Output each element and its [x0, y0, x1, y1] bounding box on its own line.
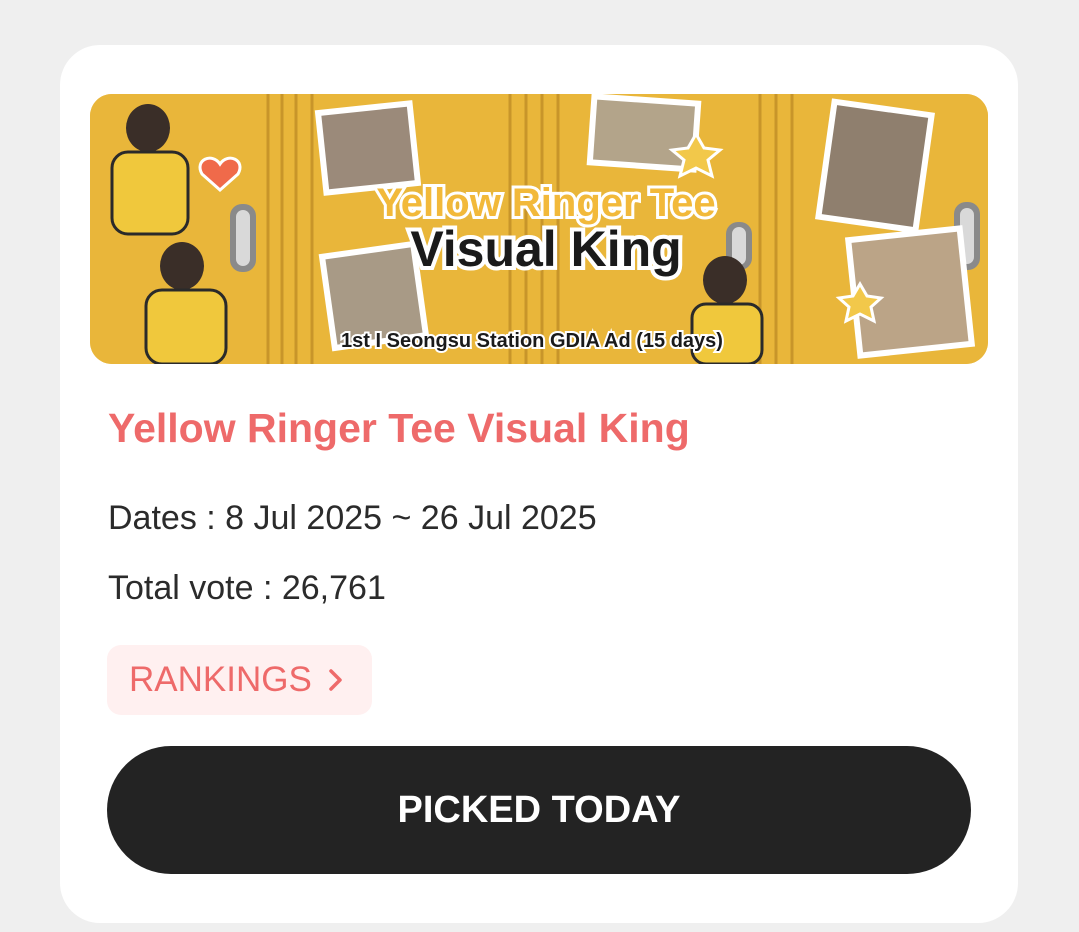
picked-today-label: PICKED TODAY [397, 788, 681, 831]
banner-caption: 1st I Seongsu Station GDIA Ad (15 days) [341, 330, 723, 352]
event-title: Yellow Ringer Tee Visual King [108, 405, 690, 451]
chevron-right-icon [329, 669, 342, 691]
rankings-label: RANKINGS [129, 660, 312, 699]
event-banner-image[interactable]: Yellow Ringer Tee Visual King 1st I Seon… [90, 94, 988, 364]
vote-event-card: Yellow Ringer Tee Visual King 1st I Seon… [60, 45, 1018, 923]
event-dates: Dates : 8 Jul 2025 ~ 26 Jul 2025 [108, 499, 597, 537]
banner-headline-line1: Yellow Ringer Tee [376, 181, 715, 225]
total-vote: Total vote : 26,761 [108, 569, 386, 607]
banner-artwork: Yellow Ringer Tee Visual King 1st I Seon… [90, 94, 988, 364]
picked-today-button[interactable]: PICKED TODAY [107, 746, 971, 874]
banner-headline-line2: Visual King [410, 221, 681, 277]
rankings-button[interactable]: RANKINGS [107, 645, 372, 715]
